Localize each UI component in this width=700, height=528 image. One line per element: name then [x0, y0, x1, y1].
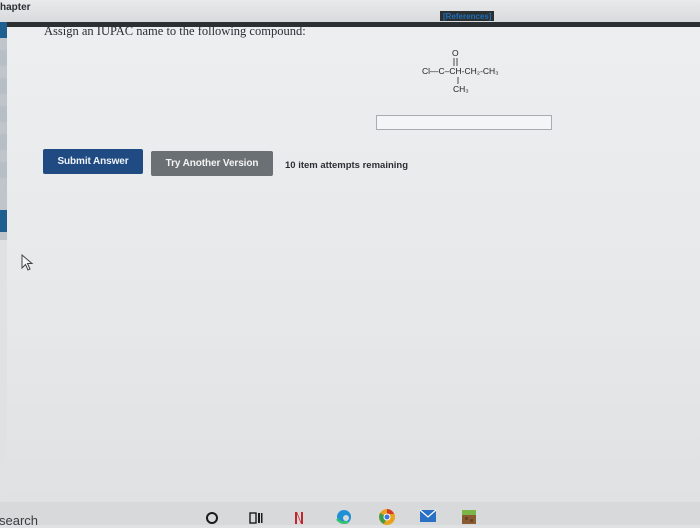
minecraft-icon[interactable] [461, 509, 477, 525]
taskbar: search [0, 502, 700, 528]
sidebar-tab[interactable] [0, 50, 7, 66]
top-bar: hapter [References] [0, 0, 700, 27]
sidebar-tab[interactable] [0, 22, 7, 38]
left-sidebar [0, 22, 7, 240]
taskbar-search[interactable]: search [0, 513, 38, 528]
sidebar-tab[interactable] [0, 162, 7, 178]
mail-icon[interactable] [419, 509, 437, 523]
chrome-icon[interactable] [378, 508, 396, 526]
netflix-icon[interactable] [294, 511, 304, 525]
mouse-cursor-icon [21, 254, 34, 271]
question-panel [7, 27, 700, 502]
sidebar-tab[interactable] [0, 106, 7, 122]
sidebar-tab[interactable] [0, 78, 7, 94]
submit-answer-button[interactable]: Submit Answer [43, 149, 143, 174]
try-another-version-button[interactable]: Try Another Version [151, 151, 273, 176]
question-prompt: Assign an IUPAC name to the following co… [44, 24, 306, 38]
cortana-circle-icon[interactable] [205, 511, 219, 525]
edge-icon[interactable] [335, 509, 353, 525]
chapter-label: hapter [0, 2, 31, 13]
task-view-icon[interactable] [249, 511, 263, 525]
answer-input[interactable] [376, 115, 552, 130]
references-link[interactable]: [References] [440, 11, 495, 21]
sidebar-tab[interactable] [0, 134, 7, 150]
sidebar-tab-active[interactable] [0, 210, 7, 232]
attempts-remaining: 10 item attempts remaining [285, 160, 409, 171]
